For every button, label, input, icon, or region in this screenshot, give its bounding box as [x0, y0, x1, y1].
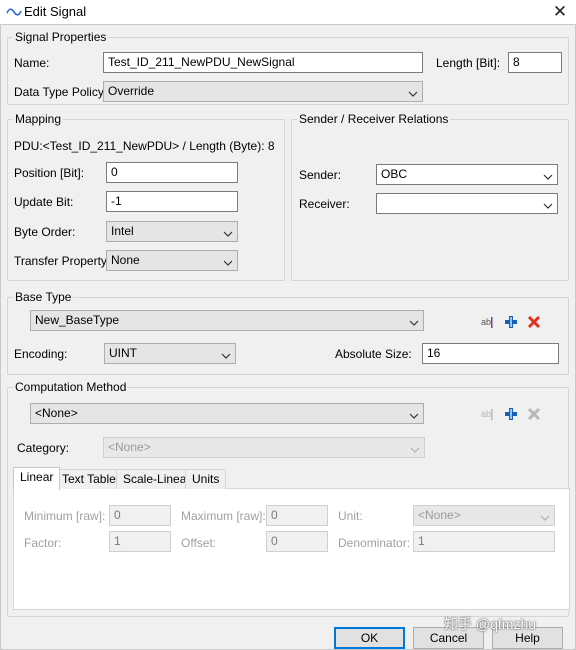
receiver-select[interactable] [376, 193, 558, 214]
category-label: Category: [17, 441, 70, 455]
encoding-value: UINT [109, 346, 137, 360]
ok-button[interactable]: OK [334, 627, 405, 649]
sender-value: OBC [381, 167, 408, 181]
computation-method-legend: Computation Method [13, 380, 129, 394]
tab-units[interactable]: Units [185, 469, 227, 489]
svg-text:ab: ab [481, 409, 491, 419]
base-type-legend: Base Type [13, 290, 74, 304]
transfer-property-select[interactable]: None [106, 250, 238, 271]
encoding-label: Encoding: [14, 347, 68, 361]
add-icon[interactable] [503, 406, 519, 422]
minimum-raw-input: 0 [109, 505, 171, 526]
svg-text:ab: ab [481, 317, 491, 327]
delete-icon [526, 406, 542, 422]
transfer-property-label: Transfer Property: [14, 254, 111, 268]
denominator-label: Denominator: [338, 536, 411, 550]
computation-method-select[interactable]: <None> [30, 403, 424, 424]
unit-label: Unit: [338, 509, 363, 523]
byte-order-label: Byte Order: [14, 225, 76, 239]
byte-order-select[interactable]: Intel [106, 221, 238, 242]
data-type-policy-value: Override [108, 84, 155, 98]
category-select: <None> [103, 437, 425, 458]
mapping-legend: Mapping [13, 112, 64, 126]
name-label: Name: [14, 56, 50, 70]
computation-method-value: <None> [35, 406, 78, 420]
chevron-down-icon [221, 349, 231, 359]
update-bit-label: Update Bit: [14, 195, 74, 209]
position-input[interactable]: 0 [106, 162, 238, 183]
rename-icon[interactable]: ab [480, 314, 496, 330]
data-type-policy-select[interactable]: Override [103, 81, 423, 102]
unit-select: <None> [413, 505, 555, 526]
encoding-select[interactable]: UINT [104, 343, 236, 364]
length-input[interactable]: 8 [508, 52, 562, 73]
chevron-down-icon [223, 227, 233, 237]
receiver-label: Receiver: [299, 197, 350, 211]
chevron-down-icon [223, 256, 233, 266]
sender-select[interactable]: OBC [376, 164, 558, 185]
offset-label: Offset: [181, 536, 217, 550]
maximum-raw-label: Maximum [raw]: [181, 509, 266, 523]
chevron-down-icon [409, 316, 419, 326]
pdu-info-text: PDU:<Test_ID_211_NewPDU> / Length (Byte)… [14, 139, 275, 153]
close-button[interactable]: ✕ [546, 2, 574, 22]
absolute-size-input[interactable]: 16 [422, 343, 559, 364]
factor-label: Factor: [24, 536, 62, 550]
minimum-raw-label: Minimum [raw]: [24, 509, 106, 523]
delete-icon[interactable] [526, 314, 542, 330]
base-type-select[interactable]: New_BaseType [30, 310, 424, 331]
window-title: Edit Signal [24, 4, 87, 19]
watermark: 知乎 @qfmzhu [444, 616, 537, 632]
title-bar: Edit Signal ✕ [0, 0, 576, 24]
computation-tabs: Text Table Scale-Linear Units Linear [13, 467, 313, 490]
chevron-down-icon [543, 170, 553, 180]
rename-icon: ab [480, 406, 496, 422]
chevron-down-icon [408, 87, 418, 97]
offset-input: 0 [266, 531, 328, 552]
tab-linear[interactable]: Linear [13, 467, 61, 490]
unit-value: <None> [418, 508, 461, 522]
data-type-policy-label: Data Type Policy: [14, 85, 108, 99]
transfer-property-value: None [111, 253, 140, 267]
tab-text-table[interactable]: Text Table [55, 469, 123, 489]
sender-label: Sender: [299, 168, 342, 182]
chevron-down-icon [410, 443, 420, 453]
chevron-down-icon [409, 409, 419, 419]
sender-receiver-legend: Sender / Receiver Relations [297, 112, 451, 126]
base-type-value: New_BaseType [35, 313, 120, 327]
factor-input: 1 [109, 531, 171, 552]
absolute-size-label: Absolute Size: [335, 347, 412, 361]
denominator-input: 1 [413, 531, 555, 552]
signal-properties-legend: Signal Properties [13, 30, 109, 44]
chevron-down-icon [540, 511, 550, 521]
chevron-down-icon [543, 199, 553, 209]
length-label: Length [Bit]: [436, 56, 501, 70]
update-bit-input[interactable]: -1 [106, 191, 238, 212]
byte-order-value: Intel [111, 224, 134, 238]
category-value: <None> [108, 440, 151, 454]
name-input[interactable]: Test_ID_211_NewPDU_NewSignal [103, 52, 423, 73]
position-label: Position [Bit]: [14, 166, 85, 180]
add-icon[interactable] [503, 314, 519, 330]
maximum-raw-input: 0 [266, 505, 328, 526]
signal-wave-icon [6, 5, 22, 19]
